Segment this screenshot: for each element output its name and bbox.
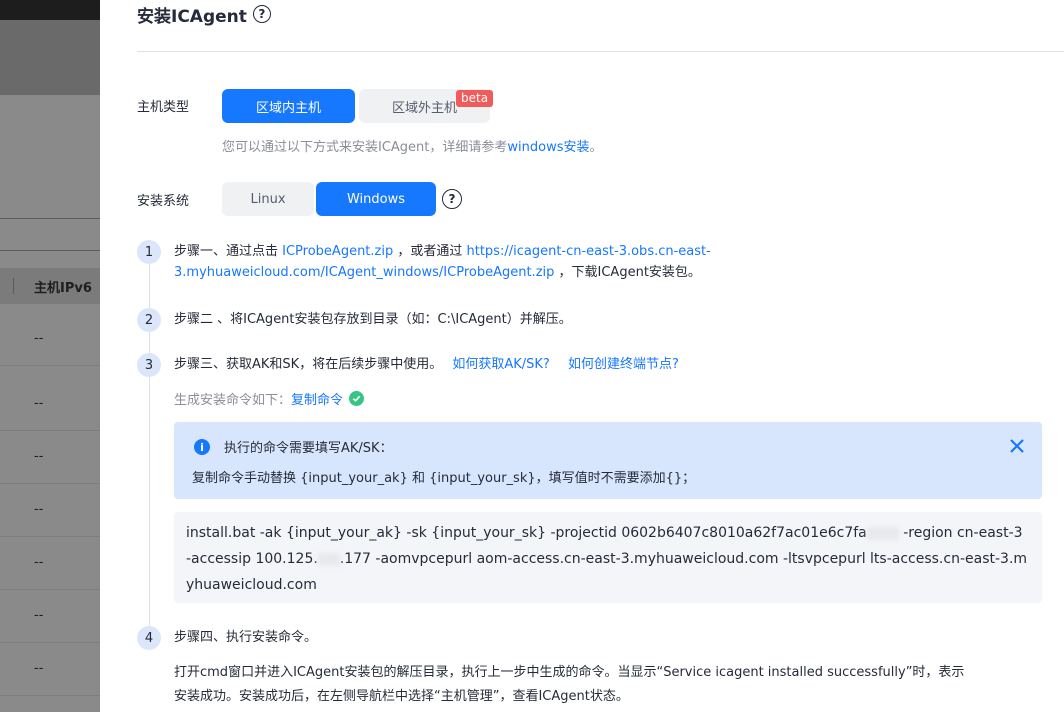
hint-suffix: 。 [589, 140, 603, 155]
background-divider [0, 218, 100, 219]
close-icon[interactable] [1008, 437, 1026, 455]
step-3-label: 步骤三、获取AK和SK，将在后续步骤中使用。 [174, 357, 443, 372]
help-icon[interactable]: ? [252, 5, 271, 23]
create-endpoint-link[interactable]: 如何创建终端节点? [568, 357, 679, 372]
table-row: -- [0, 484, 100, 537]
table-row: -- [0, 643, 100, 696]
install-command-block[interactable]: install.bat -ak {input_your_ak} -sk {inp… [174, 512, 1042, 603]
install-hint: 您可以通过以下方式来安装ICAgent，详细请参考windows安装。 [222, 136, 603, 155]
obs-url-link-part1[interactable]: https://icagent-cn-east-3.obs.cn-east- [467, 244, 711, 259]
info-body: 复制命令手动替换 {input_your_ak} 和 {input_your_s… [192, 471, 696, 486]
table-cell: -- [34, 555, 44, 570]
generate-command-label: 生成安装命令如下： [174, 393, 292, 408]
table-row: -- [0, 537, 100, 590]
step-1-text: 步骤一、通过点击 ICProbeAgent.zip ，或者通过 https://… [174, 241, 774, 283]
step-number: 1 [137, 240, 161, 264]
table-row: -- [0, 590, 100, 643]
column-divider [13, 278, 14, 294]
table-cell: -- [34, 661, 44, 676]
table-row: -- [0, 431, 100, 484]
table-cell: -- [34, 396, 44, 411]
copy-command-link[interactable]: 复制命令 [291, 389, 343, 408]
beta-badge: beta [456, 90, 494, 107]
step-1-suffix: ，下载ICAgent安装包。 [554, 265, 701, 280]
step-number: 3 [137, 353, 161, 377]
os-linux-button[interactable]: Linux [222, 182, 314, 216]
background-divider [0, 250, 100, 251]
os-windows-button[interactable]: Windows [316, 182, 436, 216]
install-icagent-drawer: 安装ICAgent ? 主机类型 区域内主机 区域外主机 beta 您可以通过以… [100, 0, 1064, 712]
table-cell: -- [34, 502, 44, 517]
install-command-text: install.bat -ak {input_your_ak} -sk {inp… [186, 520, 1030, 598]
generate-command-row: 生成安装命令如下： 复制命令 [174, 389, 365, 408]
background-page: 主机IPv6 -- -- -- -- -- -- -- [0, 0, 100, 712]
column-header-ipv6: 主机IPv6 [34, 281, 92, 296]
hint-text: 您可以通过以下方式来安装ICAgent，详细请参考 [222, 140, 508, 155]
step-4-description: 打开cmd窗口并进入ICAgent安装包的解压目录，执行上一步中生成的命令。当显… [174, 661, 1044, 709]
host-type-label: 主机类型 [137, 100, 190, 115]
table-cell: -- [34, 331, 44, 346]
background-band [0, 20, 100, 95]
get-ak-sk-link[interactable]: 如何获取AK/SK? [452, 357, 549, 372]
redacted-text [317, 552, 340, 566]
step-4-desc-line2: 安装成功。安装成功后，在左侧导航栏中选择“主机管理”，查看ICAgent状态。 [174, 689, 629, 704]
info-title: 执行的命令需要填写AK/SK： [224, 441, 393, 456]
step-4-desc-line1: 打开cmd窗口并进入ICAgent安装包的解压目录，执行上一步中生成的命令。当显… [174, 665, 965, 680]
drawer-header: 安装ICAgent ? [137, 0, 271, 28]
help-icon[interactable]: ? [442, 189, 462, 209]
header-divider [137, 51, 1064, 52]
drawer-title: 安装ICAgent [137, 6, 247, 27]
step-1-mid: ，或者通过 [393, 244, 467, 259]
windows-install-link[interactable]: windows安装 [507, 140, 589, 155]
install-system-label: 安装系统 [137, 194, 190, 209]
table-row: -- [0, 378, 100, 431]
step-2-text: 步骤二 、将ICAgent安装包存放到目录（如：C:\ICAgent）并解压。 [174, 312, 572, 327]
table-cell: -- [34, 608, 44, 623]
step-number: 2 [137, 308, 161, 332]
info-icon: i [194, 439, 210, 455]
redacted-text [866, 526, 899, 540]
obs-url-link-part2[interactable]: 3.myhuaweicloud.com/ICAgent_windows/ICPr… [174, 265, 554, 280]
step-3-text: 步骤三、获取AK和SK，将在后续步骤中使用。 如何获取AK/SK? 如何创建终端… [174, 354, 679, 375]
icprobeagent-download-link[interactable]: ICProbeAgent.zip [282, 244, 393, 259]
step-4-text: 步骤四、执行安装命令。 [174, 630, 318, 645]
check-icon [349, 391, 365, 406]
host-type-in-region-button[interactable]: 区域内主机 [222, 89, 355, 123]
command-part-1: install.bat -ak {input_your_ak} -sk {inp… [186, 525, 867, 541]
background-topbar [0, 0, 100, 20]
step-1-prefix: 步骤一、通过点击 [174, 244, 283, 259]
background-table-header: 主机IPv6 [0, 268, 100, 304]
ak-sk-info-alert: i 执行的命令需要填写AK/SK： 复制命令手动替换 {input_your_a… [174, 422, 1042, 499]
table-cell: -- [34, 449, 44, 464]
table-row: -- [0, 313, 100, 366]
step-number: 4 [137, 626, 161, 650]
